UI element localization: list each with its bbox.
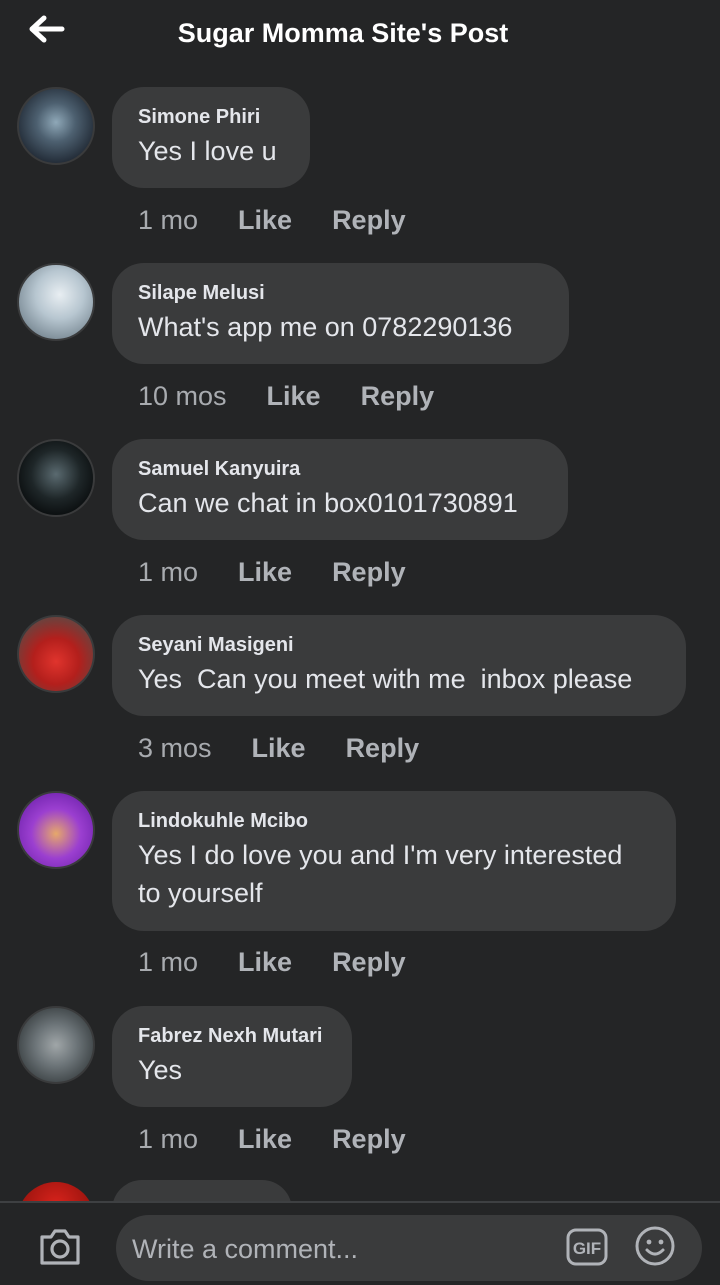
- comment-timestamp[interactable]: 1 mo: [138, 947, 198, 977]
- camera-icon: [40, 1229, 80, 1265]
- comment-text: Yes Can you meet with me inbox please: [138, 664, 633, 694]
- comment-bubble[interactable]: Seyani Masigeni Yes Can you meet with me…: [112, 615, 686, 716]
- like-button[interactable]: Like: [238, 947, 292, 977]
- comment-bubble[interactable]: Fabrez Nexh Mutari Yes: [112, 1006, 352, 1107]
- comment-input[interactable]: [130, 1225, 554, 1273]
- comment-text: Can we chat in box0101730891: [138, 488, 518, 518]
- comment-text: What's app me on 0782290136: [138, 312, 513, 342]
- top-bar: Sugar Momma Site's Post: [0, 0, 720, 72]
- comment-bubble[interactable]: Silape Melusi What's app me on 078229013…: [112, 263, 569, 364]
- comment-bubble[interactable]: Lindokuhle Mcibo Yes I do love you and I…: [112, 791, 676, 931]
- avatar[interactable]: [17, 439, 95, 517]
- comment-actions: 1 mo Like Reply: [138, 1122, 446, 1156]
- comment-author[interactable]: Simone Phiri: [138, 104, 282, 130]
- gif-icon: GIF: [566, 1228, 608, 1266]
- comment-input-box[interactable]: GIF: [116, 1215, 702, 1281]
- reply-button[interactable]: Reply: [332, 205, 406, 235]
- like-button[interactable]: Like: [238, 205, 292, 235]
- comment-actions: 1 mo Like Reply: [138, 203, 446, 237]
- like-button[interactable]: Like: [238, 557, 292, 587]
- reply-button[interactable]: Reply: [332, 557, 406, 587]
- comments-screen: Sugar Momma Site's Post Simone Phiri Yes…: [0, 0, 720, 1285]
- like-button[interactable]: Like: [267, 381, 321, 411]
- avatar[interactable]: [17, 87, 95, 165]
- like-button[interactable]: Like: [238, 1124, 292, 1154]
- comment-actions: 1 mo Like Reply: [138, 555, 446, 589]
- smiley-icon: [635, 1226, 675, 1266]
- comment-composer: GIF: [0, 1201, 720, 1285]
- comment-timestamp[interactable]: 10 mos: [138, 381, 227, 411]
- avatar[interactable]: [17, 615, 95, 693]
- page-title: Sugar Momma Site's Post: [177, 18, 509, 48]
- comment-text: Yes I do love you and I'm very intereste…: [138, 840, 623, 908]
- reply-button[interactable]: Reply: [361, 381, 435, 411]
- avatar[interactable]: [17, 263, 95, 341]
- gif-label: GIF: [573, 1239, 601, 1258]
- comment-actions: 1 mo Like Reply: [138, 945, 446, 979]
- comment-text: Yes I love u: [138, 136, 277, 166]
- reply-button[interactable]: Reply: [332, 1124, 406, 1154]
- avatar[interactable]: [17, 1006, 95, 1084]
- emoji-button[interactable]: [634, 1225, 676, 1267]
- comment-author[interactable]: Lindokuhle Mcibo: [138, 808, 648, 834]
- comment-timestamp[interactable]: 1 mo: [138, 205, 198, 235]
- comment-timestamp[interactable]: 1 mo: [138, 557, 198, 587]
- comment-timestamp[interactable]: 3 mos: [138, 733, 212, 763]
- camera-button[interactable]: [36, 1223, 84, 1271]
- comment-author[interactable]: Seyani Masigeni: [138, 632, 658, 658]
- comment-author[interactable]: Fabrez Nexh Mutari: [138, 1023, 324, 1049]
- comment-timestamp[interactable]: 1 mo: [138, 1124, 198, 1154]
- gif-button[interactable]: GIF: [566, 1228, 608, 1266]
- comment-author[interactable]: Samuel Kanyuira: [138, 456, 540, 482]
- like-button[interactable]: Like: [252, 733, 306, 763]
- comment-bubble[interactable]: Simone Phiri Yes I love u: [112, 87, 310, 188]
- comment-text: Yes: [138, 1055, 183, 1085]
- reply-button[interactable]: Reply: [346, 733, 420, 763]
- comment-actions: 3 mos Like Reply: [138, 731, 459, 765]
- comment-actions: 10 mos Like Reply: [138, 379, 474, 413]
- comment-bubble[interactable]: Samuel Kanyuira Can we chat in box010173…: [112, 439, 568, 540]
- comment-author[interactable]: Silape Melusi: [138, 280, 541, 306]
- reply-button[interactable]: Reply: [332, 947, 406, 977]
- avatar[interactable]: [17, 791, 95, 869]
